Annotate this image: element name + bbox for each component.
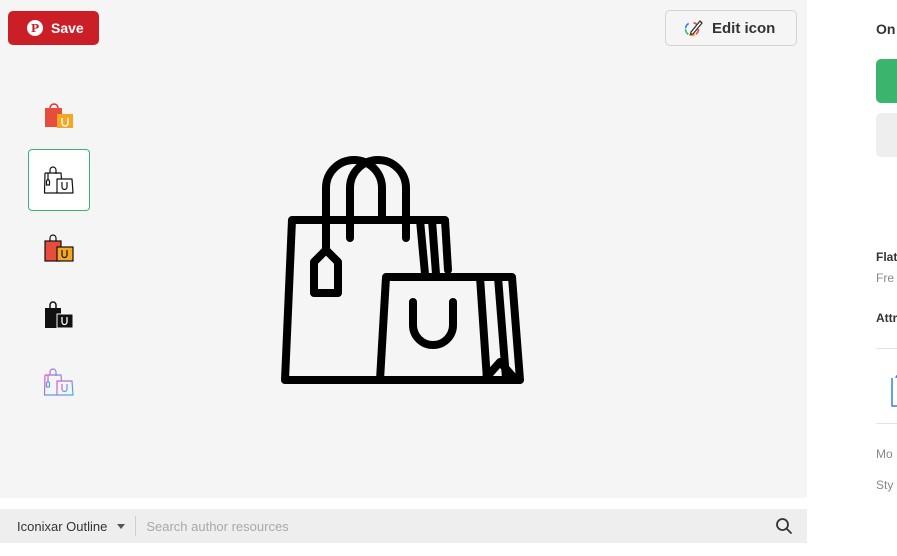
icon-detail-page: P Save Edit icon Iconixar Outline Search… — [0, 0, 897, 556]
attribution-label: Attr — [876, 311, 897, 325]
variant-gradient-outline[interactable] — [28, 351, 90, 413]
author-search-bar: Iconixar Outline — [0, 509, 807, 543]
search-icon[interactable] — [775, 517, 793, 535]
variant-glyph[interactable] — [28, 284, 90, 346]
license-detail: Fre — [876, 271, 894, 285]
shopping-bags-preview-icon — [281, 156, 524, 384]
color-pencil-icon — [684, 20, 703, 37]
pinterest-icon: P — [27, 20, 43, 36]
edit-icon-label: Edit icon — [712, 19, 776, 37]
shopping-bags-glyph-icon — [45, 301, 74, 329]
variant-lineal-color[interactable] — [28, 217, 90, 279]
icon-preview-panel: P Save Edit icon — [0, 0, 807, 498]
style-label: Sty — [876, 478, 894, 492]
edit-icon-button[interactable]: Edit icon — [665, 10, 797, 46]
related-pack-icon[interactable] — [888, 372, 897, 408]
shopping-bags-flat-icon — [45, 103, 73, 128]
shopping-bags-lineal-color-icon — [44, 234, 74, 262]
save-button-label: Save — [51, 20, 84, 36]
caret-down-icon — [117, 523, 126, 529]
more-label: Mo — [876, 447, 893, 461]
shopping-bags-gradient-icon — [43, 368, 74, 396]
variant-outline[interactable] — [28, 149, 90, 211]
download-button[interactable] — [876, 59, 897, 103]
panel-heading: On — [876, 21, 896, 37]
author-dropdown[interactable]: Iconixar Outline — [0, 509, 126, 543]
secondary-download-button[interactable] — [876, 113, 897, 157]
divider — [135, 516, 137, 536]
divider — [876, 348, 897, 349]
author-dropdown-label: Iconixar Outline — [17, 518, 108, 534]
variant-flat-color[interactable] — [28, 84, 90, 146]
license-label: Flat — [876, 250, 897, 264]
pinterest-save-button[interactable]: P Save — [8, 11, 99, 45]
shopping-bags-outline-icon — [43, 166, 74, 194]
divider — [876, 423, 897, 424]
icon-info-panel: On Flat Fre Attr Mo Sty — [876, 0, 897, 556]
author-search-input[interactable] — [146, 509, 747, 543]
